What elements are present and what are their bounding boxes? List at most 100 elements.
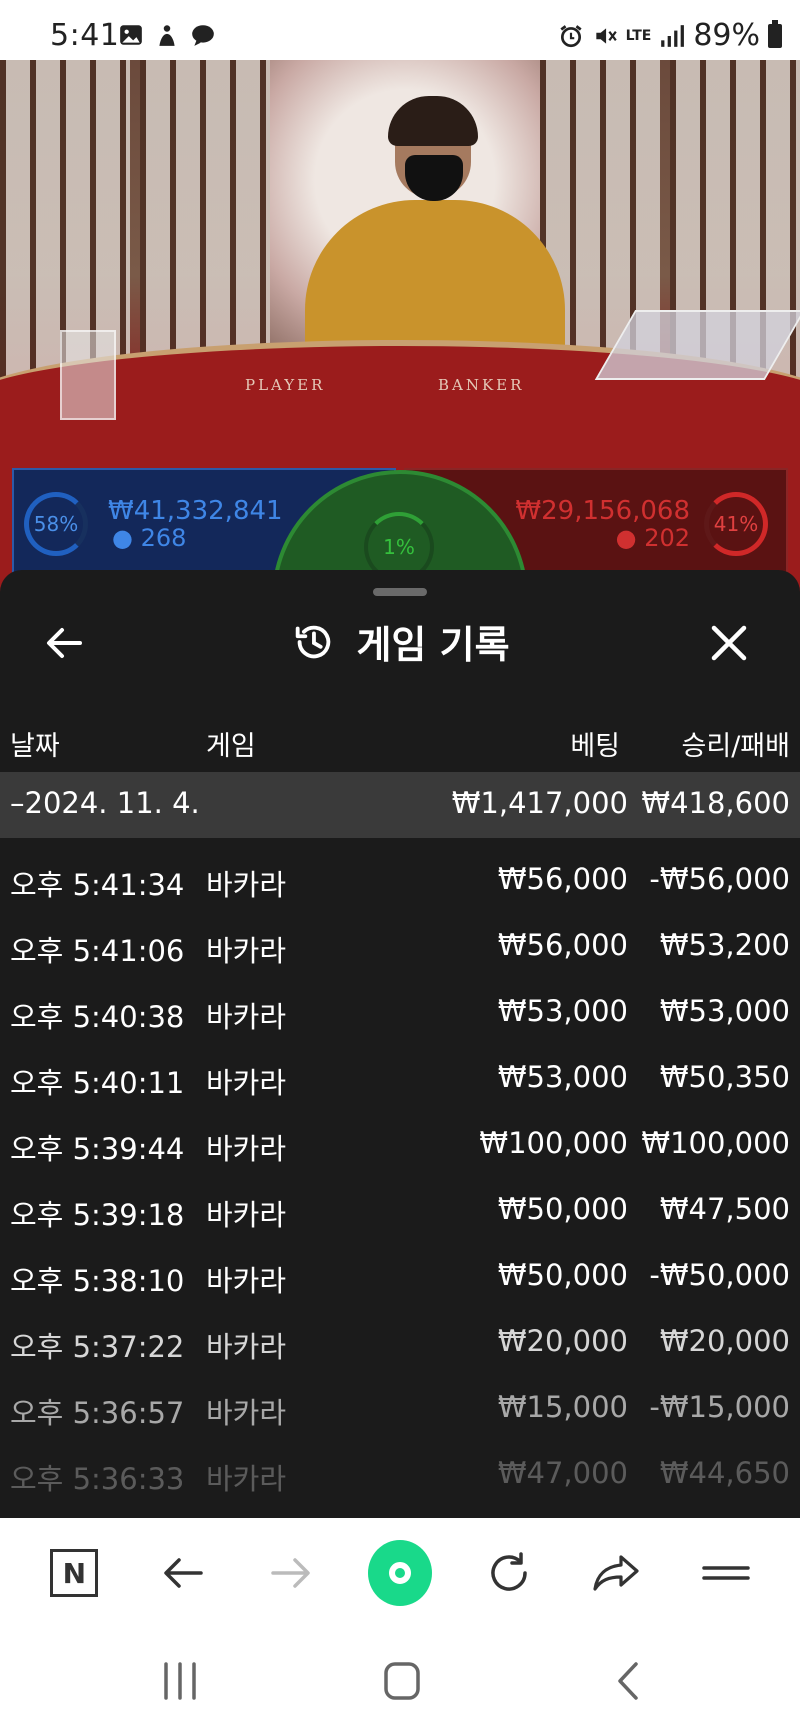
column-result: 승리/패배 <box>681 731 790 762</box>
player-bettor-count: ● 268 <box>112 524 186 552</box>
row-game: 바카라 <box>206 1396 287 1430</box>
history-table-header: 날짜 게임 베팅 승리/패배 <box>0 712 800 768</box>
banker-total-amount: ₩29,156,068 <box>515 496 690 526</box>
row-game: 바카라 <box>206 1132 287 1166</box>
refresh-icon <box>490 1552 527 1591</box>
close-button[interactable] <box>704 618 754 668</box>
history-rows: 오후 5:41:34 바카라 ₩56,000 -₩56,000 오후 5:41:… <box>0 846 800 1506</box>
row-game: 바카라 <box>206 868 287 902</box>
row-result: ₩20,000 <box>659 1324 790 1358</box>
day-total-bet: ₩1,417,000 <box>451 786 628 820</box>
status-bar: 5:41 LTE 89% <box>0 0 800 60</box>
alarm-icon <box>560 24 582 47</box>
back-icon <box>618 1662 638 1700</box>
row-result: ₩50,350 <box>659 1060 790 1094</box>
gallery-icon <box>120 25 142 45</box>
history-row[interactable]: 오후 5:37:22 바카라 ₩20,000 ₩20,000 <box>0 1308 800 1374</box>
row-result: -₩15,000 <box>649 1390 790 1424</box>
row-result: ₩53,200 <box>659 928 790 962</box>
history-row[interactable]: 오후 5:39:18 바카라 ₩50,000 ₩47,500 <box>0 1176 800 1242</box>
banker-bettor-count: ● 202 <box>616 524 690 552</box>
row-time: 오후 5:40:38 <box>10 1000 185 1034</box>
menu-button[interactable] <box>694 1541 758 1605</box>
sheet-drag-handle[interactable] <box>373 588 427 596</box>
row-bet: ₩20,000 <box>497 1324 628 1358</box>
lattice-screen <box>140 60 270 390</box>
person-icon: ● <box>615 524 645 552</box>
row-bet: ₩47,000 <box>497 1456 628 1490</box>
browser-back-button[interactable] <box>151 1541 215 1605</box>
row-game: 바카라 <box>206 1066 287 1100</box>
network-type: LTE <box>625 27 652 44</box>
green-dot-button[interactable] <box>367 1540 432 1606</box>
row-bet: ₩56,000 <box>497 862 628 896</box>
row-result: ₩53,000 <box>659 994 790 1028</box>
row-game: 바카라 <box>206 934 287 968</box>
row-time: 오후 5:36:57 <box>10 1396 185 1430</box>
player-percent: 58% <box>33 512 79 536</box>
person-icon: ● <box>112 524 141 552</box>
row-bet: ₩53,000 <box>497 994 628 1028</box>
column-date: 날짜 <box>10 731 60 762</box>
row-game: 바카라 <box>206 1330 287 1364</box>
history-row[interactable]: 오후 5:39:44 바카라 ₩100,000 ₩100,000 <box>0 1110 800 1176</box>
row-result: -₩56,000 <box>649 862 790 896</box>
forward-arrow-icon <box>271 1558 311 1588</box>
row-bet: ₩15,000 <box>497 1390 628 1424</box>
menu-icon <box>701 1566 750 1580</box>
day-summary-row[interactable]: –2024. 11. 4. ₩1,417,000 ₩418,600 <box>0 772 800 838</box>
naver-home-button[interactable]: N <box>42 1541 106 1605</box>
history-row[interactable]: 오후 5:40:11 바카라 ₩53,000 ₩50,350 <box>0 1044 800 1110</box>
history-row[interactable]: 오후 5:41:34 바카라 ₩56,000 -₩56,000 <box>0 846 800 912</box>
discard-box <box>60 330 116 420</box>
table-label-banker: BANKER <box>438 376 525 394</box>
close-icon <box>711 625 747 661</box>
status-notification-icons <box>118 22 216 48</box>
history-row[interactable]: 오후 5:36:57 바카라 ₩15,000 -₩15,000 <box>0 1374 800 1440</box>
mute-icon <box>595 27 617 44</box>
history-row[interactable]: 오후 5:38:10 바카라 ₩50,000 -₩50,000 <box>0 1242 800 1308</box>
day-total-result: ₩418,600 <box>641 786 790 820</box>
history-row[interactable]: 오후 5:41:06 바카라 ₩56,000 ₩53,200 <box>0 912 800 978</box>
sheet-header: 게임 기록 <box>0 614 800 669</box>
table-label-player: PLAYER <box>245 376 326 394</box>
battery-percent: 89% <box>693 18 760 53</box>
status-time: 5:41 <box>50 18 120 53</box>
row-bet: ₩50,000 <box>497 1258 628 1292</box>
row-time: 오후 5:41:06 <box>10 934 185 968</box>
naver-home-icon: N <box>50 1549 99 1597</box>
game-history-sheet: 게임 기록 날짜 게임 베팅 승리/패배 –2024. 11. 4. ₩1,41… <box>0 570 800 1518</box>
row-result: ₩44,650 <box>659 1456 790 1490</box>
row-game: 바카라 <box>206 1198 287 1232</box>
row-time: 오후 5:39:18 <box>10 1198 185 1232</box>
signal-icon <box>661 24 685 47</box>
history-row[interactable]: 오후 5:40:38 바카라 ₩53,000 ₩53,000 <box>0 978 800 1044</box>
row-result: ₩100,000 <box>641 1126 790 1160</box>
row-game: 바카라 <box>206 1462 287 1496</box>
history-icon <box>296 625 331 658</box>
battery-icon <box>768 19 782 48</box>
system-back-button[interactable] <box>600 1656 660 1706</box>
home-icon <box>384 1662 420 1700</box>
day-date: –2024. 11. 4. <box>10 786 200 820</box>
banker-percent: 41% <box>713 512 759 536</box>
share-button[interactable] <box>585 1541 649 1605</box>
recents-button[interactable] <box>150 1656 210 1706</box>
home-button[interactable] <box>372 1656 432 1706</box>
column-bet: 베팅 <box>570 731 620 762</box>
row-result: -₩50,000 <box>649 1258 790 1292</box>
row-game: 바카라 <box>206 1264 287 1298</box>
green-dot-icon <box>367 1540 432 1606</box>
player-total-amount: ₩41,332,841 <box>108 496 283 526</box>
row-result: ₩47,500 <box>659 1192 790 1226</box>
row-time: 오후 5:41:34 <box>10 868 185 902</box>
player-percent-ring: 58% <box>24 492 88 556</box>
system-nav-bar <box>0 1628 800 1734</box>
row-bet: ₩50,000 <box>497 1192 628 1226</box>
row-bet: ₩100,000 <box>479 1126 628 1160</box>
history-row[interactable]: 오후 5:36:33 바카라 ₩47,000 ₩44,650 <box>0 1440 800 1506</box>
row-bet: ₩56,000 <box>497 928 628 962</box>
tie-percent: 1% <box>383 535 415 559</box>
browser-forward-button[interactable] <box>259 1541 323 1605</box>
refresh-button[interactable] <box>477 1541 541 1605</box>
